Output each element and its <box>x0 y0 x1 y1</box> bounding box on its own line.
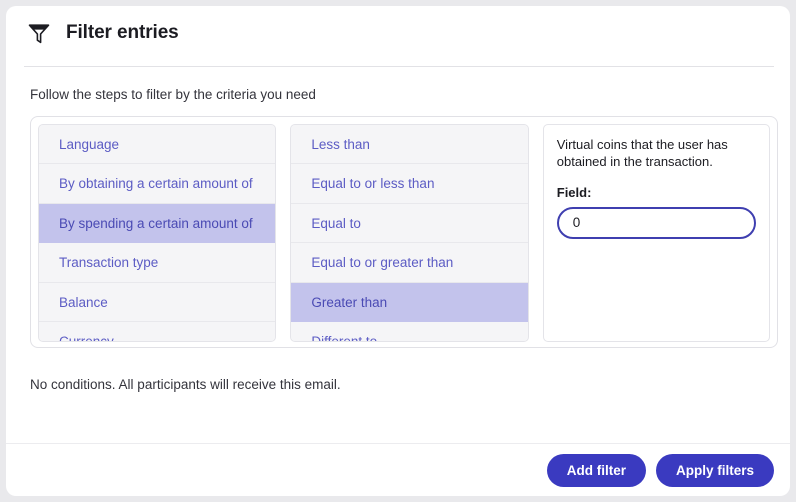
list-item[interactable]: Equal to <box>291 203 528 244</box>
conditions-status: No conditions. All participants will rec… <box>30 377 341 392</box>
dialog-header: Filter entries <box>6 6 790 60</box>
add-filter-button[interactable]: Add filter <box>546 453 646 487</box>
list-item[interactable]: Equal to or less than <box>291 164 528 204</box>
criteria-description: Virtual coins that the user has obtained… <box>556 137 728 169</box>
filter-builder: Language By obtaining a certain amount o… <box>30 116 778 348</box>
operator-column: Less than Equal to or less than Equal to… <box>290 124 529 342</box>
page-title: Filter entries <box>66 22 179 43</box>
field-value-input[interactable] <box>556 206 756 239</box>
list-item[interactable]: Less than <box>291 125 528 165</box>
criteria-column: Language By obtaining a certain amount o… <box>38 124 277 342</box>
list-item[interactable]: By spending a certain amount of <box>39 203 276 244</box>
funnel-icon <box>26 20 52 46</box>
criteria-list[interactable]: Language By obtaining a certain amount o… <box>39 125 276 341</box>
list-item[interactable]: Language <box>39 125 276 165</box>
list-item[interactable]: Equal to or greater than <box>291 243 528 283</box>
dialog-footer: Add filter Apply filters <box>6 444 790 496</box>
list-item[interactable]: Greater than <box>291 282 528 322</box>
header-divider <box>24 66 774 67</box>
list-item[interactable]: Currency <box>39 321 276 341</box>
list-item[interactable]: Different to <box>291 321 528 341</box>
list-item[interactable]: By obtaining a certain amount of <box>39 164 276 204</box>
value-column: Virtual coins that the user has obtained… <box>542 124 770 342</box>
filter-entries-dialog: Filter entries Follow the steps to filte… <box>6 6 790 496</box>
field-label: Field: <box>556 184 592 200</box>
list-item[interactable]: Transaction type <box>39 243 276 283</box>
dialog-subtitle: Follow the steps to filter by the criter… <box>30 87 316 102</box>
list-item[interactable]: Balance <box>39 282 276 322</box>
apply-filters-button[interactable]: Apply filters <box>655 453 774 487</box>
operator-list[interactable]: Less than Equal to or less than Equal to… <box>291 125 528 341</box>
